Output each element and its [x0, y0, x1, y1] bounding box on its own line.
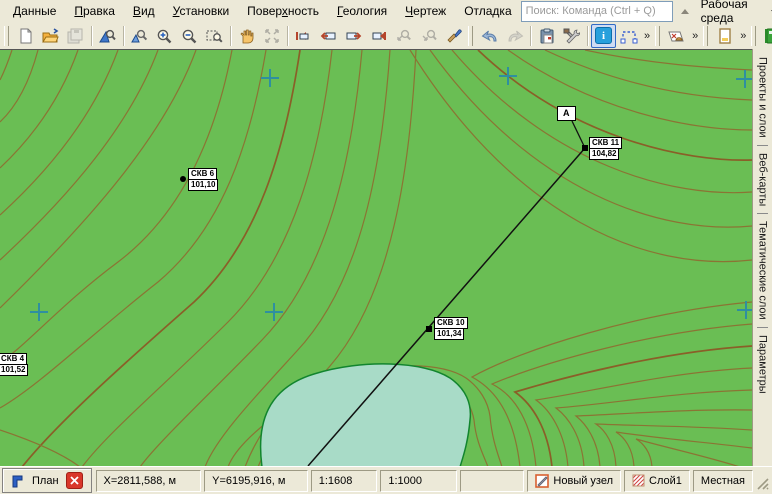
- toolbar-grip[interactable]: [751, 26, 756, 46]
- toolbar-separator: [91, 26, 92, 46]
- new-document-button[interactable]: [13, 24, 38, 48]
- open-button[interactable]: [38, 24, 63, 48]
- grid-cross-icon: [499, 67, 517, 85]
- measure-path-button[interactable]: [616, 24, 641, 48]
- active-layer-cell[interactable]: Слой1: [624, 470, 690, 492]
- workspace-dropdown[interactable]: Рабочая среда: [697, 0, 772, 27]
- surface-group-button[interactable]: [664, 24, 689, 48]
- well-label: СКВ 10101,34: [434, 317, 468, 340]
- zoom-history-back-button[interactable]: [391, 24, 416, 48]
- nav-last-fragment-button[interactable]: [366, 24, 391, 48]
- tab-thematic-layers[interactable]: Тематические слои: [757, 217, 769, 324]
- plan-tab[interactable]: План: [2, 468, 92, 493]
- toolbar-overflow-chevron[interactable]: »: [641, 26, 653, 46]
- toolbar-separator: [587, 26, 588, 46]
- redo-button[interactable]: [502, 24, 527, 48]
- menu-edit[interactable]: Правка: [65, 1, 124, 21]
- zoom-initial-button[interactable]: [95, 24, 120, 48]
- toolbar-grip[interactable]: [468, 26, 473, 46]
- menu-view[interactable]: Вид: [124, 1, 164, 21]
- well-label: СКВ 6101,10: [188, 168, 218, 191]
- toolbar-grip[interactable]: [655, 26, 660, 46]
- zoom-select-button[interactable]: [127, 24, 152, 48]
- zoom-in-button[interactable]: [152, 24, 177, 48]
- menu-bar: Данные Правка Вид Установки Поверхность …: [0, 0, 772, 22]
- cursor-x-field: X=2811,588, м: [96, 470, 202, 492]
- toolbar-separator: [123, 26, 124, 46]
- cursor-y-field: Y=6195,916, м: [204, 470, 308, 492]
- nav-prev-fragment-button[interactable]: [316, 24, 341, 48]
- tab-divider: [757, 213, 768, 214]
- plan-icon: [11, 474, 25, 488]
- toolbar-separator: [230, 26, 231, 46]
- fit-extents-button[interactable]: [259, 24, 284, 48]
- tab-divider: [757, 145, 768, 146]
- grid-cross-icon: [30, 303, 48, 321]
- point-a-label: А: [557, 106, 576, 121]
- well-label: СКВ 4101,52: [0, 353, 28, 376]
- refresh-button[interactable]: [441, 24, 466, 48]
- main-toolbar: i » » » »: [0, 22, 772, 50]
- well-label: СКВ 11104,82: [589, 137, 622, 160]
- toolbar-overflow-chevron[interactable]: »: [737, 26, 749, 46]
- menu-debug[interactable]: Отладка: [455, 1, 520, 21]
- grid-cross-icon: [261, 69, 279, 87]
- pan-button[interactable]: [234, 24, 259, 48]
- well-marker: [582, 145, 588, 151]
- tab-web-maps[interactable]: Веб-карты: [757, 149, 769, 210]
- edit-mode-cell[interactable]: Новый узел: [527, 470, 621, 492]
- toolbar-separator: [287, 26, 288, 46]
- new-node-icon: [535, 474, 549, 488]
- map-canvas[interactable]: А СКВ 6101,10 СКВ 11104,82 СКВ 10101,34 СКВ…: [0, 49, 752, 466]
- grid-cross-icon: [737, 301, 752, 319]
- map-overlay: А СКВ 6101,10 СКВ 11104,82 СКВ 10101,34 СКВ…: [0, 50, 752, 466]
- tab-projects-and-layers[interactable]: Проекты и слои: [757, 53, 769, 142]
- workspace-label: Рабочая среда: [701, 0, 767, 25]
- zoom-history-forward-button[interactable]: [416, 24, 441, 48]
- document-scale-field[interactable]: 1:1000: [380, 470, 456, 492]
- toolbar-overflow-chevron[interactable]: »: [689, 26, 701, 46]
- nav-next-fragment-button[interactable]: [341, 24, 366, 48]
- empty-status-cell: [460, 470, 525, 492]
- paste-button[interactable]: [534, 24, 559, 48]
- toolbar-separator: [530, 26, 531, 46]
- side-panel-tabstrip: Проекты и слои Веб-карты Тематические сл…: [752, 49, 772, 466]
- menu-bar-right: Рабочая среда ?: [521, 0, 772, 27]
- menu-geology[interactable]: Геология: [328, 1, 396, 21]
- toolbar-grip[interactable]: [703, 26, 708, 46]
- coordinate-system-cell[interactable]: Местная: [693, 470, 753, 492]
- resize-grip[interactable]: [756, 477, 770, 494]
- plan-tab-label: План: [32, 475, 59, 487]
- toolbar-grip[interactable]: [4, 26, 9, 46]
- save-all-button[interactable]: [63, 24, 88, 48]
- help-book-group-button[interactable]: [760, 24, 772, 48]
- undo-button[interactable]: [477, 24, 502, 48]
- info-button[interactable]: i: [591, 24, 616, 48]
- menu-surface[interactable]: Поверхность: [238, 1, 328, 21]
- close-icon[interactable]: [66, 472, 83, 489]
- info-icon: i: [595, 27, 612, 44]
- menu-data[interactable]: Данные: [4, 1, 65, 21]
- menu-drawing[interactable]: Чертеж: [396, 1, 455, 21]
- collapse-caret-icon[interactable]: [681, 9, 689, 14]
- zoom-out-button[interactable]: [177, 24, 202, 48]
- menu-settings[interactable]: Установки: [164, 1, 239, 21]
- tab-parameters[interactable]: Параметры: [757, 331, 769, 398]
- tools-button[interactable]: [559, 24, 584, 48]
- well-marker: [426, 326, 432, 332]
- layer-icon: [632, 474, 645, 487]
- command-search-input[interactable]: [521, 1, 673, 22]
- view-scale-field[interactable]: 1:1608: [311, 470, 378, 492]
- well-marker: [180, 176, 186, 182]
- nav-first-fragment-button[interactable]: [291, 24, 316, 48]
- application-window: Данные Правка Вид Установки Поверхность …: [0, 0, 772, 494]
- zoom-rect-button[interactable]: [202, 24, 227, 48]
- grid-cross-icon: [265, 303, 283, 321]
- status-bar: План X=2811,588, м Y=6195,916, м 1:1608 …: [0, 466, 772, 494]
- grid-cross-icon: [736, 70, 752, 88]
- tab-divider: [757, 327, 768, 328]
- sheet-group-button[interactable]: [712, 24, 737, 48]
